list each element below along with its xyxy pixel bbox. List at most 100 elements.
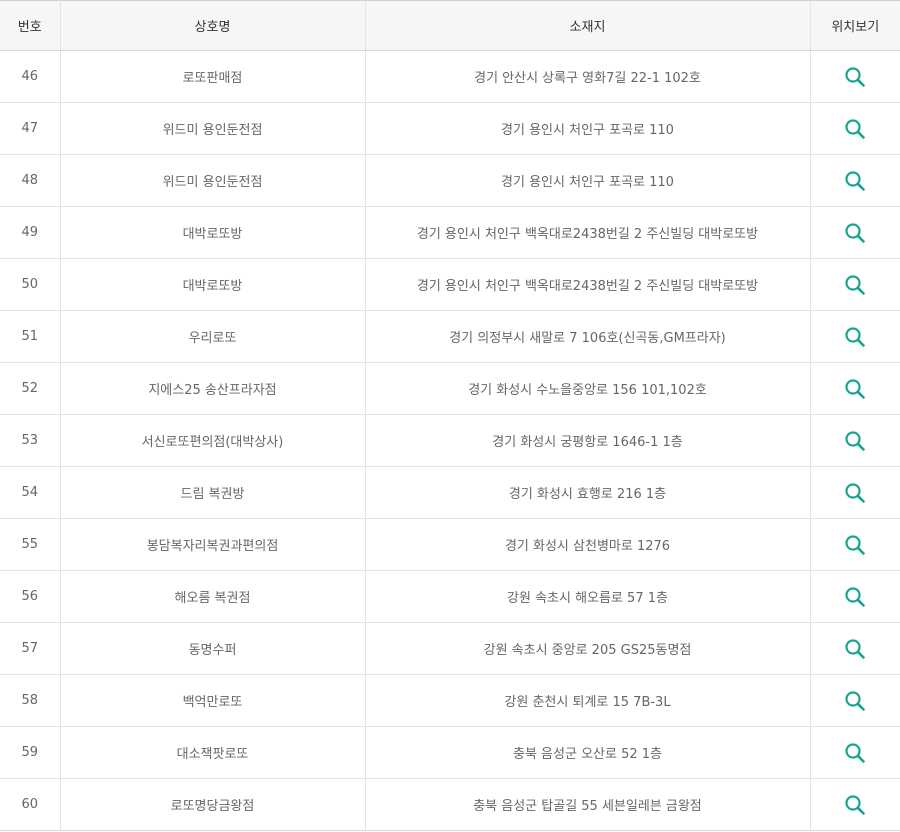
row-store-name: 우리로또 bbox=[60, 310, 366, 363]
row-address: 강원 속초시 해오름로 57 1층 bbox=[365, 570, 811, 623]
row-store-name: 지에스25 송산프라자점 bbox=[60, 362, 366, 415]
view-location-button[interactable] bbox=[843, 533, 867, 557]
row-store-name: 백억만로또 bbox=[60, 674, 366, 727]
view-location-button[interactable] bbox=[843, 481, 867, 505]
row-address: 강원 춘천시 퇴계로 15 7B-3L bbox=[365, 674, 811, 727]
header-address: 소재지 bbox=[365, 0, 811, 51]
row-location-cell bbox=[810, 622, 900, 675]
row-store-name: 대박로또방 bbox=[60, 258, 366, 311]
row-address: 충북 음성군 오산로 52 1층 bbox=[365, 726, 811, 779]
view-location-button[interactable] bbox=[843, 585, 867, 609]
search-icon[interactable] bbox=[843, 273, 867, 297]
row-address: 경기 의정부시 새말로 7 106호(신곡동,GM프라자) bbox=[365, 310, 811, 363]
row-address: 경기 화성시 효행로 216 1층 bbox=[365, 466, 811, 519]
search-icon[interactable] bbox=[843, 429, 867, 453]
row-location-cell bbox=[810, 570, 900, 623]
row-number: 54 bbox=[0, 466, 61, 519]
row-location-cell bbox=[810, 674, 900, 727]
row-location-cell bbox=[810, 102, 900, 155]
row-store-name: 대소잭팟로또 bbox=[60, 726, 366, 779]
view-location-button[interactable] bbox=[843, 689, 867, 713]
table-row: 58 백억만로또 강원 춘천시 퇴계로 15 7B-3L bbox=[0, 674, 900, 727]
row-location-cell bbox=[810, 466, 900, 519]
row-store-name: 동명수퍼 bbox=[60, 622, 366, 675]
row-store-name: 해오름 복권점 bbox=[60, 570, 366, 623]
row-number: 47 bbox=[0, 102, 61, 155]
row-address: 경기 용인시 처인구 포곡로 110 bbox=[365, 154, 811, 207]
header-number: 번호 bbox=[0, 0, 61, 51]
row-location-cell bbox=[810, 310, 900, 363]
row-number: 52 bbox=[0, 362, 61, 415]
search-icon[interactable] bbox=[843, 65, 867, 89]
search-icon[interactable] bbox=[843, 481, 867, 505]
search-icon[interactable] bbox=[843, 689, 867, 713]
table-row: 50 대박로또방 경기 용인시 처인구 백옥대로2438번길 2 주신빌딩 대박… bbox=[0, 258, 900, 311]
row-location-cell bbox=[810, 778, 900, 831]
row-store-name: 위드미 용인둔전점 bbox=[60, 154, 366, 207]
table-row: 53 서신로또편의점(대박상사) 경기 화성시 궁평항로 1646-1 1층 bbox=[0, 414, 900, 467]
table-row: 57 동명수퍼 강원 속초시 중앙로 205 GS25동명점 bbox=[0, 622, 900, 675]
store-list-table: 번호 상호명 소재지 위치보기 46 로또판매점 경기 안산시 상록구 영화7길… bbox=[0, 0, 900, 831]
table-row: 54 드림 복권방 경기 화성시 효행로 216 1층 bbox=[0, 466, 900, 519]
search-icon[interactable] bbox=[843, 169, 867, 193]
row-location-cell bbox=[810, 414, 900, 467]
view-location-button[interactable] bbox=[843, 741, 867, 765]
view-location-button[interactable] bbox=[843, 637, 867, 661]
row-number: 56 bbox=[0, 570, 61, 623]
row-number: 57 bbox=[0, 622, 61, 675]
header-row: 번호 상호명 소재지 위치보기 bbox=[0, 0, 900, 51]
search-icon[interactable] bbox=[843, 325, 867, 349]
row-address: 충북 음성군 탑골길 55 세븐일레븐 금왕점 bbox=[365, 778, 811, 831]
row-number: 48 bbox=[0, 154, 61, 207]
table-row: 55 봉담복자리복권과편의점 경기 화성시 삼천병마로 1276 bbox=[0, 518, 900, 571]
search-icon[interactable] bbox=[843, 793, 867, 817]
row-number: 59 bbox=[0, 726, 61, 779]
view-location-button[interactable] bbox=[843, 65, 867, 89]
row-address: 경기 화성시 삼천병마로 1276 bbox=[365, 518, 811, 571]
view-location-button[interactable] bbox=[843, 117, 867, 141]
row-location-cell bbox=[810, 362, 900, 415]
row-location-cell bbox=[810, 206, 900, 259]
row-location-cell bbox=[810, 50, 900, 103]
search-icon[interactable] bbox=[843, 533, 867, 557]
table-header: 번호 상호명 소재지 위치보기 bbox=[0, 0, 900, 51]
view-location-button[interactable] bbox=[843, 377, 867, 401]
row-location-cell bbox=[810, 518, 900, 571]
view-location-button[interactable] bbox=[843, 325, 867, 349]
row-number: 50 bbox=[0, 258, 61, 311]
table-body: 46 로또판매점 경기 안산시 상록구 영화7길 22-1 102호 47 위드… bbox=[0, 50, 900, 831]
row-address: 경기 용인시 처인구 백옥대로2438번길 2 주신빌딩 대박로또방 bbox=[365, 258, 811, 311]
view-location-button[interactable] bbox=[843, 273, 867, 297]
table-row: 56 해오름 복권점 강원 속초시 해오름로 57 1층 bbox=[0, 570, 900, 623]
row-location-cell bbox=[810, 258, 900, 311]
view-location-button[interactable] bbox=[843, 429, 867, 453]
header-store-name: 상호명 bbox=[60, 0, 366, 51]
table-row: 51 우리로또 경기 의정부시 새말로 7 106호(신곡동,GM프라자) bbox=[0, 310, 900, 363]
view-location-button[interactable] bbox=[843, 221, 867, 245]
search-icon[interactable] bbox=[843, 637, 867, 661]
search-icon[interactable] bbox=[843, 585, 867, 609]
row-address: 경기 용인시 처인구 백옥대로2438번길 2 주신빌딩 대박로또방 bbox=[365, 206, 811, 259]
row-number: 49 bbox=[0, 206, 61, 259]
table-row: 49 대박로또방 경기 용인시 처인구 백옥대로2438번길 2 주신빌딩 대박… bbox=[0, 206, 900, 259]
search-icon[interactable] bbox=[843, 741, 867, 765]
row-store-name: 대박로또방 bbox=[60, 206, 366, 259]
row-address: 강원 속초시 중앙로 205 GS25동명점 bbox=[365, 622, 811, 675]
row-address: 경기 안산시 상록구 영화7길 22-1 102호 bbox=[365, 50, 811, 103]
row-address: 경기 화성시 궁평항로 1646-1 1층 bbox=[365, 414, 811, 467]
table-row: 60 로또명당금왕점 충북 음성군 탑골길 55 세븐일레븐 금왕점 bbox=[0, 778, 900, 831]
view-location-button[interactable] bbox=[843, 793, 867, 817]
row-store-name: 로또명당금왕점 bbox=[60, 778, 366, 831]
row-number: 51 bbox=[0, 310, 61, 363]
view-location-button[interactable] bbox=[843, 169, 867, 193]
table-row: 46 로또판매점 경기 안산시 상록구 영화7길 22-1 102호 bbox=[0, 50, 900, 103]
table-row: 48 위드미 용인둔전점 경기 용인시 처인구 포곡로 110 bbox=[0, 154, 900, 207]
search-icon[interactable] bbox=[843, 221, 867, 245]
row-address: 경기 용인시 처인구 포곡로 110 bbox=[365, 102, 811, 155]
search-icon[interactable] bbox=[843, 377, 867, 401]
table-row: 47 위드미 용인둔전점 경기 용인시 처인구 포곡로 110 bbox=[0, 102, 900, 155]
row-number: 60 bbox=[0, 778, 61, 831]
row-number: 53 bbox=[0, 414, 61, 467]
search-icon[interactable] bbox=[843, 117, 867, 141]
row-number: 58 bbox=[0, 674, 61, 727]
